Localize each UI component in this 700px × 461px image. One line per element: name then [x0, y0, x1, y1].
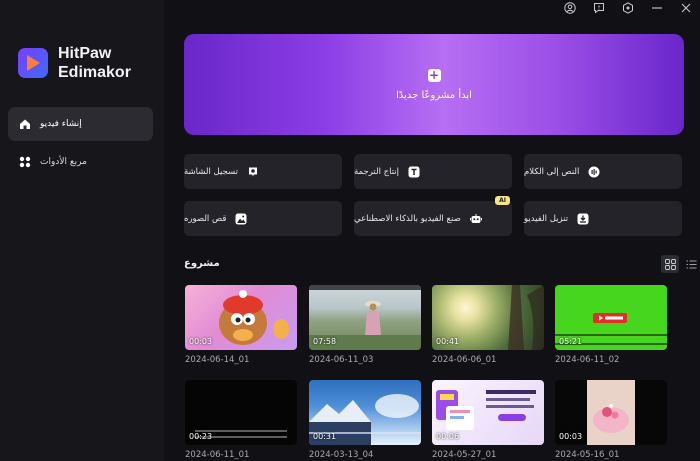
duration-label: 00:41: [436, 337, 460, 346]
main-panel: + ابدأ مشروعًا جديدًا تسجيل الشاشة إنتاج…: [164, 0, 700, 461]
list-view-icon: [686, 260, 696, 268]
project-card[interactable]: 00:41 2024-06-06_01: [432, 285, 544, 365]
close-button[interactable]: [671, 0, 700, 16]
edimakor-logo-icon: [18, 48, 48, 78]
tool-image-crop[interactable]: قص الصوره: [184, 201, 342, 236]
project-card[interactable]: 07:58 2024-06-11_03: [309, 285, 421, 365]
project-name: 2024-03-13_04: [309, 450, 374, 460]
tool-label: تنزيل الفيديو: [524, 213, 569, 224]
app-logo: HitPaw Edimakor: [18, 44, 131, 82]
toolbox-icon: [19, 156, 31, 168]
project-thumbnail: 00:31: [309, 380, 421, 445]
sidebar-item-label: إنشاء فيديو: [40, 119, 82, 129]
project-card[interactable]: 00:03 2024-06-14_01: [185, 285, 297, 365]
duration-label: 00:31: [313, 432, 337, 441]
download-icon: [577, 213, 589, 224]
tool-label: قص الصوره: [184, 213, 227, 224]
project-thumbnail: 00:41: [432, 285, 544, 350]
project-thumbnail: 00:03: [185, 285, 297, 350]
project-card[interactable]: 00:23 2024-06-11_01: [185, 380, 297, 460]
project-name: 2024-06-06_01: [432, 355, 497, 365]
new-project-label: ابدأ مشروعًا جديدًا: [396, 89, 472, 101]
project-card[interactable]: 00:06 2024-05-27_01: [432, 380, 544, 460]
ai-badge: AI: [495, 196, 510, 205]
project-name: 2024-06-11_02: [555, 355, 620, 365]
new-project-button[interactable]: + ابدأ مشروعًا جديدًا: [184, 34, 684, 135]
grid-view-icon: [664, 258, 676, 270]
project-card[interactable]: 00:03 2024-05-16_01: [555, 380, 667, 460]
app-name-line1: HitPaw: [58, 45, 112, 62]
app-name-line2: Edimakor: [58, 64, 131, 81]
window-controls: [555, 0, 700, 16]
tool-label: تسجيل الشاشة: [184, 166, 238, 177]
projects-title: مشروع: [184, 258, 220, 269]
project-name: 2024-05-27_01: [432, 450, 497, 460]
duration-label: 00:03: [189, 337, 213, 346]
project-name: 2024-05-16_01: [555, 450, 620, 460]
subtitle-icon: [408, 166, 420, 177]
plus-icon: +: [427, 67, 441, 82]
tool-video-download[interactable]: تنزيل الفيديو: [524, 201, 682, 236]
settings-button[interactable]: [613, 0, 642, 16]
grid-view-button[interactable]: [661, 255, 679, 273]
settings-icon: [622, 2, 633, 14]
sidebar-item-toolbox[interactable]: مربع الأدوات: [8, 145, 153, 179]
screen-record-icon: [248, 167, 257, 176]
project-name: 2024-06-11_01: [185, 450, 250, 460]
tool-ai-video[interactable]: AI صنع الفيديو بالذكاء الاصطناعي: [354, 196, 512, 236]
sidebar: HitPaw Edimakor إنشاء فيديو مربع الأدوات: [0, 0, 164, 461]
project-name: 2024-06-11_03: [309, 355, 374, 365]
duration-label: 00:03: [559, 432, 583, 441]
feedback-icon: [593, 3, 604, 14]
list-view-button[interactable]: [682, 255, 700, 273]
project-name: 2024-06-14_01: [185, 355, 250, 365]
menu-icon: [651, 7, 662, 9]
user-icon: [563, 2, 576, 14]
view-mode-toggle: [658, 255, 700, 273]
home-icon: [20, 119, 30, 129]
tool-label: صنع الفيديو بالذكاء الاصطناعي: [354, 213, 461, 224]
feedback-button[interactable]: [584, 0, 613, 16]
tool-subtitle[interactable]: إنتاج الترجمة: [354, 154, 512, 189]
project-thumbnail: 00:06: [432, 380, 544, 445]
tool-text-to-speech[interactable]: النص إلى الكلام: [524, 154, 682, 189]
duration-label: 00:06: [436, 432, 460, 441]
project-thumbnail: 00:03: [555, 380, 667, 445]
app-name: HitPaw Edimakor: [58, 44, 131, 82]
text-to-speech-icon: [588, 166, 600, 177]
duration-label: 07:58: [313, 337, 337, 346]
image-crop-icon: [235, 213, 247, 224]
project-thumbnail: 05:21: [555, 285, 667, 350]
user-account-button[interactable]: [555, 0, 584, 16]
close-icon: [681, 3, 690, 13]
app-window: HitPaw Edimakor إنشاء فيديو مربع الأدوات: [0, 0, 700, 461]
project-card[interactable]: 05:21 2024-06-11_02: [555, 285, 667, 365]
project-thumbnail: 07:58: [309, 285, 421, 350]
sidebar-item-create-video[interactable]: إنشاء فيديو: [8, 107, 153, 141]
sidebar-item-label: مربع الأدوات: [40, 157, 87, 167]
tool-screen-record[interactable]: تسجيل الشاشة: [184, 154, 342, 189]
project-card[interactable]: 00:31 2024-03-13_04: [309, 380, 421, 460]
menu-button[interactable]: [642, 0, 671, 16]
tool-label: النص إلى الكلام: [524, 166, 580, 177]
project-thumbnail: 00:23: [185, 380, 297, 445]
duration-label: 00:23: [189, 432, 213, 441]
tool-label: إنتاج الترجمة: [354, 166, 400, 177]
ai-robot-icon: [469, 213, 482, 223]
duration-label: 05:21: [559, 337, 583, 346]
